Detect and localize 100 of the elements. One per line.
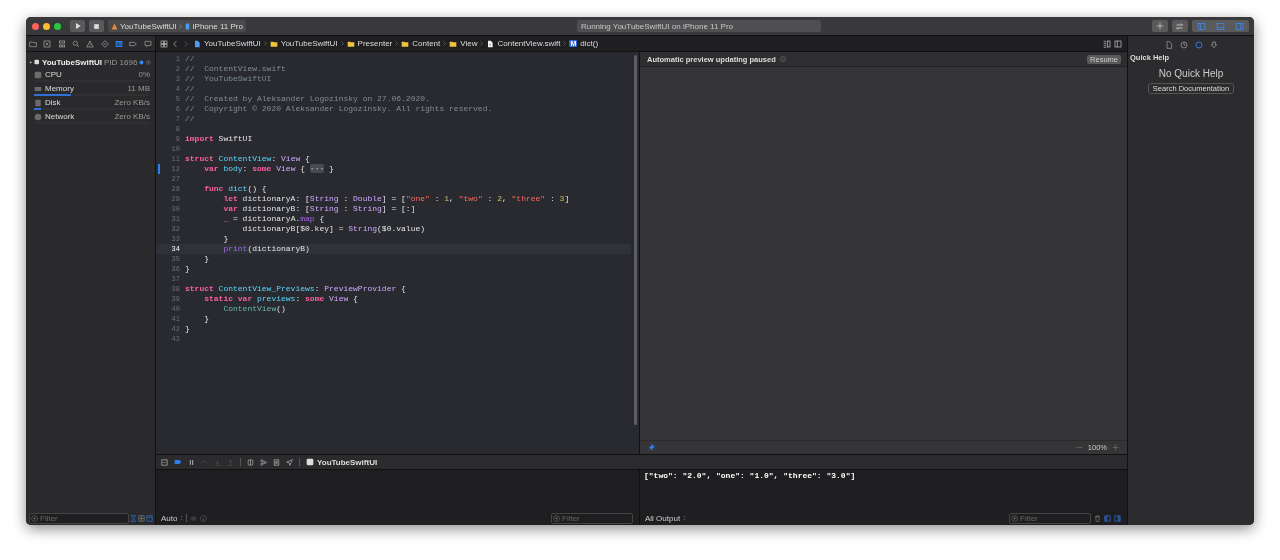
code-line: func dict() { <box>203 184 267 194</box>
add-button[interactable] <box>1152 20 1168 32</box>
code-line: // <box>185 54 195 64</box>
disclosure-icon[interactable] <box>29 59 33 65</box>
chevron-icon <box>480 40 484 47</box>
hierarchy-icon[interactable] <box>57 39 66 48</box>
editor-options-icon[interactable] <box>1103 39 1111 48</box>
eye-icon[interactable] <box>190 514 198 522</box>
stop-button[interactable] <box>89 20 104 32</box>
chip-icon <box>34 70 42 79</box>
view-hierarchy-icon[interactable] <box>247 458 254 466</box>
run-button[interactable] <box>70 20 85 32</box>
back-icon[interactable] <box>171 39 179 48</box>
hide-debug-icon[interactable] <box>161 458 168 466</box>
scrollbar[interactable] <box>633 55 637 425</box>
path-item[interactable]: Content <box>412 39 441 48</box>
path-item[interactable]: YouTubeSwiftUI <box>204 39 261 48</box>
filter-icon <box>31 514 38 522</box>
speech-bubble-icon[interactable] <box>143 39 152 48</box>
output-selector[interactable]: All Output <box>645 513 681 523</box>
code-line: // Created by Aleksander Logozinsky on 27.06.2020. <box>185 94 430 104</box>
pin-icon[interactable] <box>648 444 655 451</box>
swap-button[interactable] <box>1172 20 1188 32</box>
filter-field[interactable]: Filter <box>1009 512 1091 524</box>
help-icon[interactable] <box>1194 40 1203 49</box>
split-right-icon[interactable] <box>1114 514 1121 522</box>
process-name: YouTubeSwiftUI <box>41 57 103 67</box>
split-left-icon[interactable] <box>1104 514 1111 522</box>
code-line: } <box>222 234 229 244</box>
gauge-icon[interactable] <box>139 58 145 66</box>
folder-icon <box>449 39 458 48</box>
boxed-x-icon[interactable] <box>43 39 52 48</box>
environment-icon[interactable] <box>273 458 280 466</box>
code-line: // ContentView.swift <box>185 64 286 74</box>
empty-message: No Quick Help <box>1158 68 1224 79</box>
plus-icon <box>1156 22 1164 30</box>
zoom-button[interactable] <box>54 22 61 30</box>
hourglass-icon[interactable] <box>130 514 137 522</box>
memory-graph-icon[interactable] <box>260 458 267 466</box>
location-icon[interactable] <box>286 458 293 466</box>
scope-selector[interactable]: Auto <box>161 513 178 523</box>
info-icon[interactable] <box>779 56 786 62</box>
warning-icon[interactable] <box>86 39 95 48</box>
sidebar-bottom-icon <box>1216 21 1225 31</box>
path-item[interactable]: dict() <box>580 39 599 48</box>
phone-icon <box>183 22 191 30</box>
document-icon[interactable] <box>1164 40 1173 49</box>
path-item[interactable]: Presenter <box>357 39 393 48</box>
gauge-label[interactable]: Memory <box>45 84 74 93</box>
code-line: } <box>185 264 190 274</box>
scheme-selector[interactable]: YouTubeSwiftUI iPhone 11 Pro <box>108 20 246 32</box>
zoom-in-icon[interactable] <box>1112 444 1119 451</box>
globe-icon <box>34 112 42 121</box>
code-line: // <box>185 114 195 124</box>
pause-icon[interactable] <box>188 458 195 466</box>
filter-field[interactable]: Filter <box>29 512 129 524</box>
chevron-icon <box>340 40 344 47</box>
window-icon[interactable] <box>146 514 153 522</box>
code-line: dictionaryB[$0.key] = String($0.value) <box>241 224 426 234</box>
chevron-icon <box>263 40 267 47</box>
diamond-icon[interactable] <box>100 39 109 48</box>
path-item[interactable]: ContentView.swift <box>497 39 561 48</box>
app-icon <box>111 22 118 30</box>
code-line: // <box>185 84 195 94</box>
gauge-bars-icon[interactable] <box>115 39 124 48</box>
step-into-icon <box>214 458 221 466</box>
path-item[interactable]: YouTubeSwiftUI <box>280 39 338 48</box>
split-editor-icon[interactable] <box>1114 39 1122 48</box>
zoom-out-icon[interactable] <box>1075 444 1083 451</box>
document-icon <box>193 39 201 48</box>
activity-status: Running YouTubeSwiftUI on iPhone 11 Pro <box>580 21 734 31</box>
gauge-label[interactable]: Network <box>45 112 75 121</box>
gauge-label[interactable]: Disk <box>45 98 61 107</box>
gauge-value: Zero KB/s <box>114 98 150 107</box>
path-item[interactable]: View <box>460 39 478 48</box>
search-icon[interactable] <box>72 39 81 48</box>
step-over-icon <box>201 458 208 466</box>
settings-icon[interactable] <box>146 58 151 66</box>
code-line: _ = dictionaryA.map { <box>222 214 325 224</box>
scheme-device: iPhone 11 Pro <box>192 21 243 31</box>
code-line: let dictionaryA: [String : Double] = ["one" : 1, "two" : 2, "three" : 3] <box>222 194 570 204</box>
app-icon <box>306 458 314 466</box>
gauge-label[interactable]: CPU <box>45 70 62 79</box>
clock-icon[interactable] <box>1179 40 1188 49</box>
close-button[interactable] <box>32 22 39 30</box>
down-arrow-icon[interactable] <box>1209 40 1218 49</box>
tag-icon[interactable] <box>129 39 138 48</box>
trash-icon[interactable] <box>1094 514 1101 522</box>
app-icon <box>34 58 40 66</box>
code-line: var body: some View { ··· } <box>203 164 334 174</box>
filter-field[interactable]: Filter <box>551 512 633 524</box>
grid-icon[interactable] <box>160 39 168 48</box>
code-line: struct ContentView: View { <box>185 154 310 164</box>
folder-icon[interactable] <box>29 39 38 48</box>
process-id: PID 1696 <box>104 57 138 67</box>
minimize-button[interactable] <box>43 22 50 30</box>
debug-target[interactable]: YouTubeSwiftUI <box>317 457 378 467</box>
sidebar-right-icon <box>1235 21 1244 31</box>
info-icon[interactable] <box>200 514 208 522</box>
tag-icon[interactable] <box>174 458 182 466</box>
